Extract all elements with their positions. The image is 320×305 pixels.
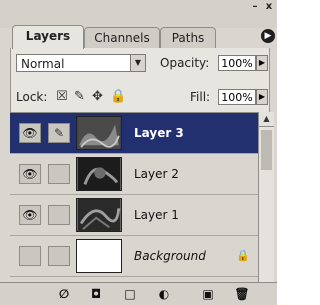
layer-row-layer-3[interactable]: 👁 ✎ Layer 3 [10, 113, 258, 154]
lock-all-padlock-icon[interactable]: 🔒 [110, 90, 126, 104]
layer-name: Layer 1 [134, 208, 179, 222]
link-slot[interactable] [48, 205, 70, 225]
layer-row-layer-2[interactable]: 👁 Layer 2 [10, 154, 258, 195]
fill-label: Fill: [190, 90, 211, 104]
lock-image-brush-icon[interactable]: ✎ [74, 90, 85, 104]
scroll-thumb[interactable] [261, 130, 272, 170]
layer-name: Layer 3 [134, 126, 184, 140]
layer-name: Background [134, 249, 206, 263]
link-slot[interactable] [48, 164, 70, 184]
eye-slot[interactable] [19, 246, 41, 266]
close-button[interactable]: x [263, 2, 275, 12]
scroll-up-icon[interactable]: ▲ [259, 112, 274, 127]
blend-mode-value: Normal [21, 57, 65, 71]
layer-row-layer-1[interactable]: 👁 Layer 1 [10, 195, 258, 236]
layers-list: 👁 ✎ Layer 3 👁 Layer 2 👁 Layer 1 Backgrou… [10, 112, 258, 283]
eye-icon[interactable]: 👁 [19, 123, 41, 143]
add-mask-icon[interactable]: □ [122, 287, 138, 302]
blend-mode-select[interactable]: Normal ▼ [16, 54, 146, 72]
brush-icon[interactable]: ✎ [48, 123, 70, 143]
layer-thumbnail [76, 239, 122, 273]
panel-menu-icon[interactable]: ▶ [261, 29, 275, 43]
layer-name: Layer 2 [134, 167, 179, 181]
layers-bottom-toolbar: ∅ ◘ □ ◐ ▣ 🗑 [0, 282, 277, 305]
fill-input[interactable]: 100% [218, 89, 256, 105]
layer-thumbnail [76, 198, 122, 232]
eye-icon[interactable]: 👁 [19, 164, 41, 184]
trash-icon[interactable]: 🗑 [234, 287, 250, 302]
opacity-label: Opacity: [160, 56, 210, 70]
tab-channels[interactable]: Channels [84, 27, 160, 48]
layer-row-background[interactable]: Background 🔒 [10, 236, 258, 277]
opacity-input[interactable]: 100% [218, 55, 256, 71]
panel-top-strip [0, 0, 277, 28]
minimize-button[interactable]: – [249, 2, 261, 12]
lock-position-move-icon[interactable]: ✥ [92, 90, 103, 104]
tab-paths[interactable]: Paths [160, 27, 216, 48]
new-layer-icon[interactable]: ▣ [200, 287, 216, 302]
eye-icon[interactable]: 👁 [19, 205, 41, 225]
layers-scrollbar[interactable]: ▲ [258, 112, 274, 282]
lock-icon: 🔒 [236, 249, 250, 262]
opacity-slider-arrow-icon[interactable]: ▶ [256, 55, 268, 71]
layer-thumbnail [76, 116, 122, 150]
new-adjustment-layer-icon[interactable]: ◐ [156, 287, 172, 302]
fill-slider-arrow-icon[interactable]: ▶ [256, 89, 268, 105]
chevron-down-icon: ▼ [130, 55, 145, 71]
layers-panel: – x Layers Channels Paths ▶ Normal ▼ Opa… [0, 0, 277, 305]
layer-thumbnail [76, 157, 122, 191]
add-layer-style-icon[interactable]: ◘ [88, 287, 104, 302]
lock-label: Lock: [16, 90, 48, 104]
link-layers-icon[interactable]: ∅ [56, 287, 72, 302]
tab-layers[interactable]: Layers [12, 25, 84, 49]
lock-transparent-icon[interactable]: ☒ [56, 90, 68, 104]
link-slot[interactable] [48, 246, 70, 266]
